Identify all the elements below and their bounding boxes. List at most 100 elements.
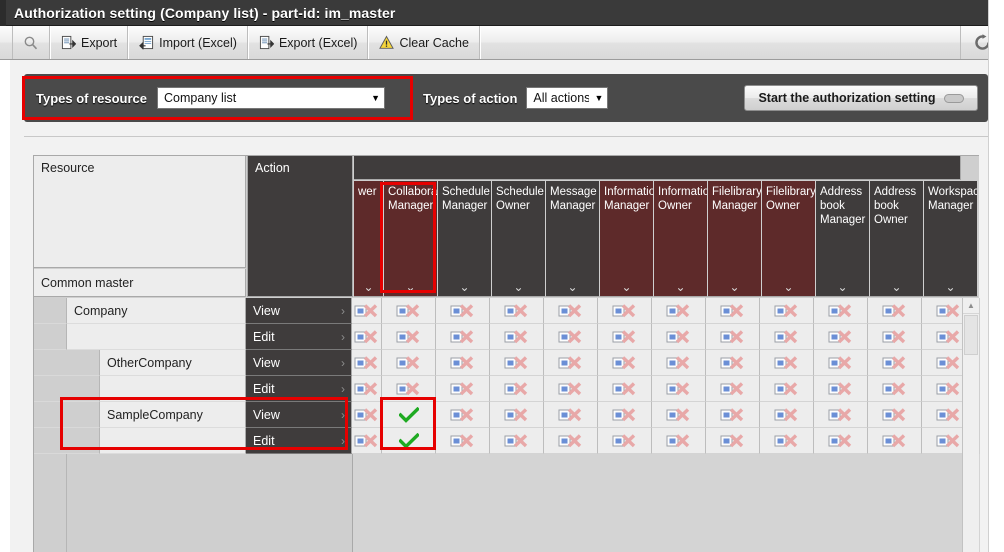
permission-cell-deny[interactable] xyxy=(352,350,382,376)
permission-cell-deny[interactable] xyxy=(436,402,490,428)
import-excel-button[interactable]: Import (Excel) xyxy=(128,26,248,59)
column-header-schedule-owner[interactable]: Schedule Owner ⌄ xyxy=(492,181,546,297)
action-cell-view[interactable]: View › xyxy=(246,402,352,428)
scrollbar-track[interactable] xyxy=(963,355,979,545)
permission-cell-deny[interactable] xyxy=(490,298,544,324)
column-header-address-book-owner[interactable]: Address book Owner ⌄ xyxy=(870,181,924,297)
permission-cell-deny[interactable] xyxy=(706,324,760,350)
grid-vertical-scrollbar[interactable]: ▲ xyxy=(962,298,979,552)
permission-cell-deny[interactable] xyxy=(598,350,652,376)
action-cell-edit[interactable]: Edit › xyxy=(246,376,352,402)
permission-cell-deny[interactable] xyxy=(598,376,652,402)
chevron-down-icon[interactable]: ⌄ xyxy=(924,281,977,293)
permission-cell-deny[interactable] xyxy=(814,298,868,324)
column-header-information-owner[interactable]: Information Owner ⌄ xyxy=(654,181,708,297)
search-button[interactable] xyxy=(12,26,50,59)
permission-cell-deny[interactable] xyxy=(652,428,706,454)
chevron-down-icon[interactable]: ⌄ xyxy=(438,281,491,293)
permission-cell-deny[interactable] xyxy=(652,402,706,428)
permission-cell-deny[interactable] xyxy=(544,324,598,350)
column-header-address-book-manager[interactable]: Address book Manager ⌄ xyxy=(816,181,870,297)
permission-cell-deny[interactable] xyxy=(382,324,436,350)
permission-cell-deny[interactable] xyxy=(760,350,814,376)
action-cell-view[interactable]: View › xyxy=(246,350,352,376)
permission-cell-deny[interactable] xyxy=(544,428,598,454)
permission-cell-deny[interactable] xyxy=(652,376,706,402)
chevron-down-icon[interactable]: ⌄ xyxy=(708,281,761,293)
permission-cell-deny[interactable] xyxy=(598,324,652,350)
permission-cell-deny[interactable] xyxy=(382,298,436,324)
permission-cell-deny[interactable] xyxy=(598,298,652,324)
chevron-down-icon[interactable]: ⌄ xyxy=(384,281,437,293)
permission-cell-deny[interactable] xyxy=(652,324,706,350)
permission-cell-deny[interactable] xyxy=(382,350,436,376)
permission-cell-deny[interactable] xyxy=(436,350,490,376)
permission-cell-deny[interactable] xyxy=(760,428,814,454)
scrollbar-thumb[interactable] xyxy=(964,315,978,355)
permission-cell-deny[interactable] xyxy=(814,350,868,376)
permission-cell-deny[interactable] xyxy=(760,324,814,350)
action-cell-view[interactable]: View › xyxy=(246,298,352,324)
permission-cell-deny[interactable] xyxy=(760,402,814,428)
permission-cell-deny[interactable] xyxy=(490,324,544,350)
column-header-message-manager[interactable]: Message Manager ⌄ xyxy=(546,181,600,297)
permission-cell-deny[interactable] xyxy=(652,298,706,324)
permission-cell-deny[interactable] xyxy=(868,298,922,324)
types-of-resource-select[interactable]: Company list ▼ xyxy=(157,87,386,109)
permission-cell-deny[interactable] xyxy=(868,324,922,350)
permission-cell-deny[interactable] xyxy=(544,298,598,324)
chevron-down-icon[interactable]: ⌄ xyxy=(600,281,653,293)
permission-cell-allow[interactable] xyxy=(382,428,436,454)
permission-cell-deny[interactable] xyxy=(436,376,490,402)
chevron-down-icon[interactable]: ⌄ xyxy=(870,281,923,293)
permission-cell-deny[interactable] xyxy=(436,298,490,324)
chevron-down-icon[interactable]: ⌄ xyxy=(762,281,815,293)
column-header-schedule-manager[interactable]: Schedule Manager ⌄ xyxy=(438,181,492,297)
permission-cell-deny[interactable] xyxy=(706,350,760,376)
permission-cell-deny[interactable] xyxy=(814,428,868,454)
permission-cell-deny[interactable] xyxy=(544,350,598,376)
column-header-collaboration-manager[interactable]: Collaboration Manager ⌄ xyxy=(384,181,438,297)
chevron-down-icon[interactable]: ⌄ xyxy=(354,281,383,293)
permission-cell-deny[interactable] xyxy=(436,324,490,350)
column-header-filelibrary-manager[interactable]: Filelibrary Manager ⌄ xyxy=(708,181,762,297)
action-cell-edit[interactable]: Edit › xyxy=(246,428,352,454)
permission-cell-deny[interactable] xyxy=(814,376,868,402)
action-cell-edit[interactable]: Edit › xyxy=(246,324,352,350)
scroll-up-arrow-icon[interactable]: ▲ xyxy=(963,298,979,314)
permission-cell-deny[interactable] xyxy=(868,428,922,454)
permission-cell-deny[interactable] xyxy=(436,428,490,454)
permission-cell-deny[interactable] xyxy=(868,402,922,428)
permission-cell-deny[interactable] xyxy=(352,428,382,454)
permission-cell-deny[interactable] xyxy=(760,298,814,324)
permission-cell-deny[interactable] xyxy=(352,324,382,350)
clear-cache-button[interactable]: Clear Cache xyxy=(368,26,480,59)
permission-cell-deny[interactable] xyxy=(706,376,760,402)
export-button[interactable]: Export xyxy=(50,26,129,59)
permission-cell-deny[interactable] xyxy=(490,350,544,376)
permission-cell-deny[interactable] xyxy=(868,376,922,402)
permission-cell-deny[interactable] xyxy=(706,428,760,454)
permission-cell-deny[interactable] xyxy=(652,350,706,376)
export-excel-button[interactable]: Export (Excel) xyxy=(247,26,369,59)
chevron-down-icon[interactable]: ⌄ xyxy=(816,281,869,293)
permission-cell-deny[interactable] xyxy=(814,324,868,350)
start-authorization-setting-button[interactable]: Start the authorization setting xyxy=(744,85,978,111)
permission-cell-deny[interactable] xyxy=(382,376,436,402)
permission-cell-deny[interactable] xyxy=(352,298,382,324)
column-header-wer[interactable]: wer ⌄ xyxy=(354,181,384,297)
permission-cell-deny[interactable] xyxy=(490,428,544,454)
column-header-information-manager[interactable]: Information Manager ⌄ xyxy=(600,181,654,297)
permission-cell-deny[interactable] xyxy=(760,376,814,402)
permission-cell-deny[interactable] xyxy=(598,428,652,454)
permission-cell-deny[interactable] xyxy=(706,402,760,428)
column-header-filelibrary-owner[interactable]: Filelibrary Owner ⌄ xyxy=(762,181,816,297)
permission-cell-deny[interactable] xyxy=(598,402,652,428)
permission-cell-deny[interactable] xyxy=(706,298,760,324)
permission-cell-deny[interactable] xyxy=(352,376,382,402)
permission-cell-deny[interactable] xyxy=(544,402,598,428)
permission-cell-deny[interactable] xyxy=(352,402,382,428)
permission-cell-deny[interactable] xyxy=(490,402,544,428)
types-of-action-select[interactable]: All actions ▼ xyxy=(526,87,609,109)
chevron-down-icon[interactable]: ⌄ xyxy=(654,281,707,293)
